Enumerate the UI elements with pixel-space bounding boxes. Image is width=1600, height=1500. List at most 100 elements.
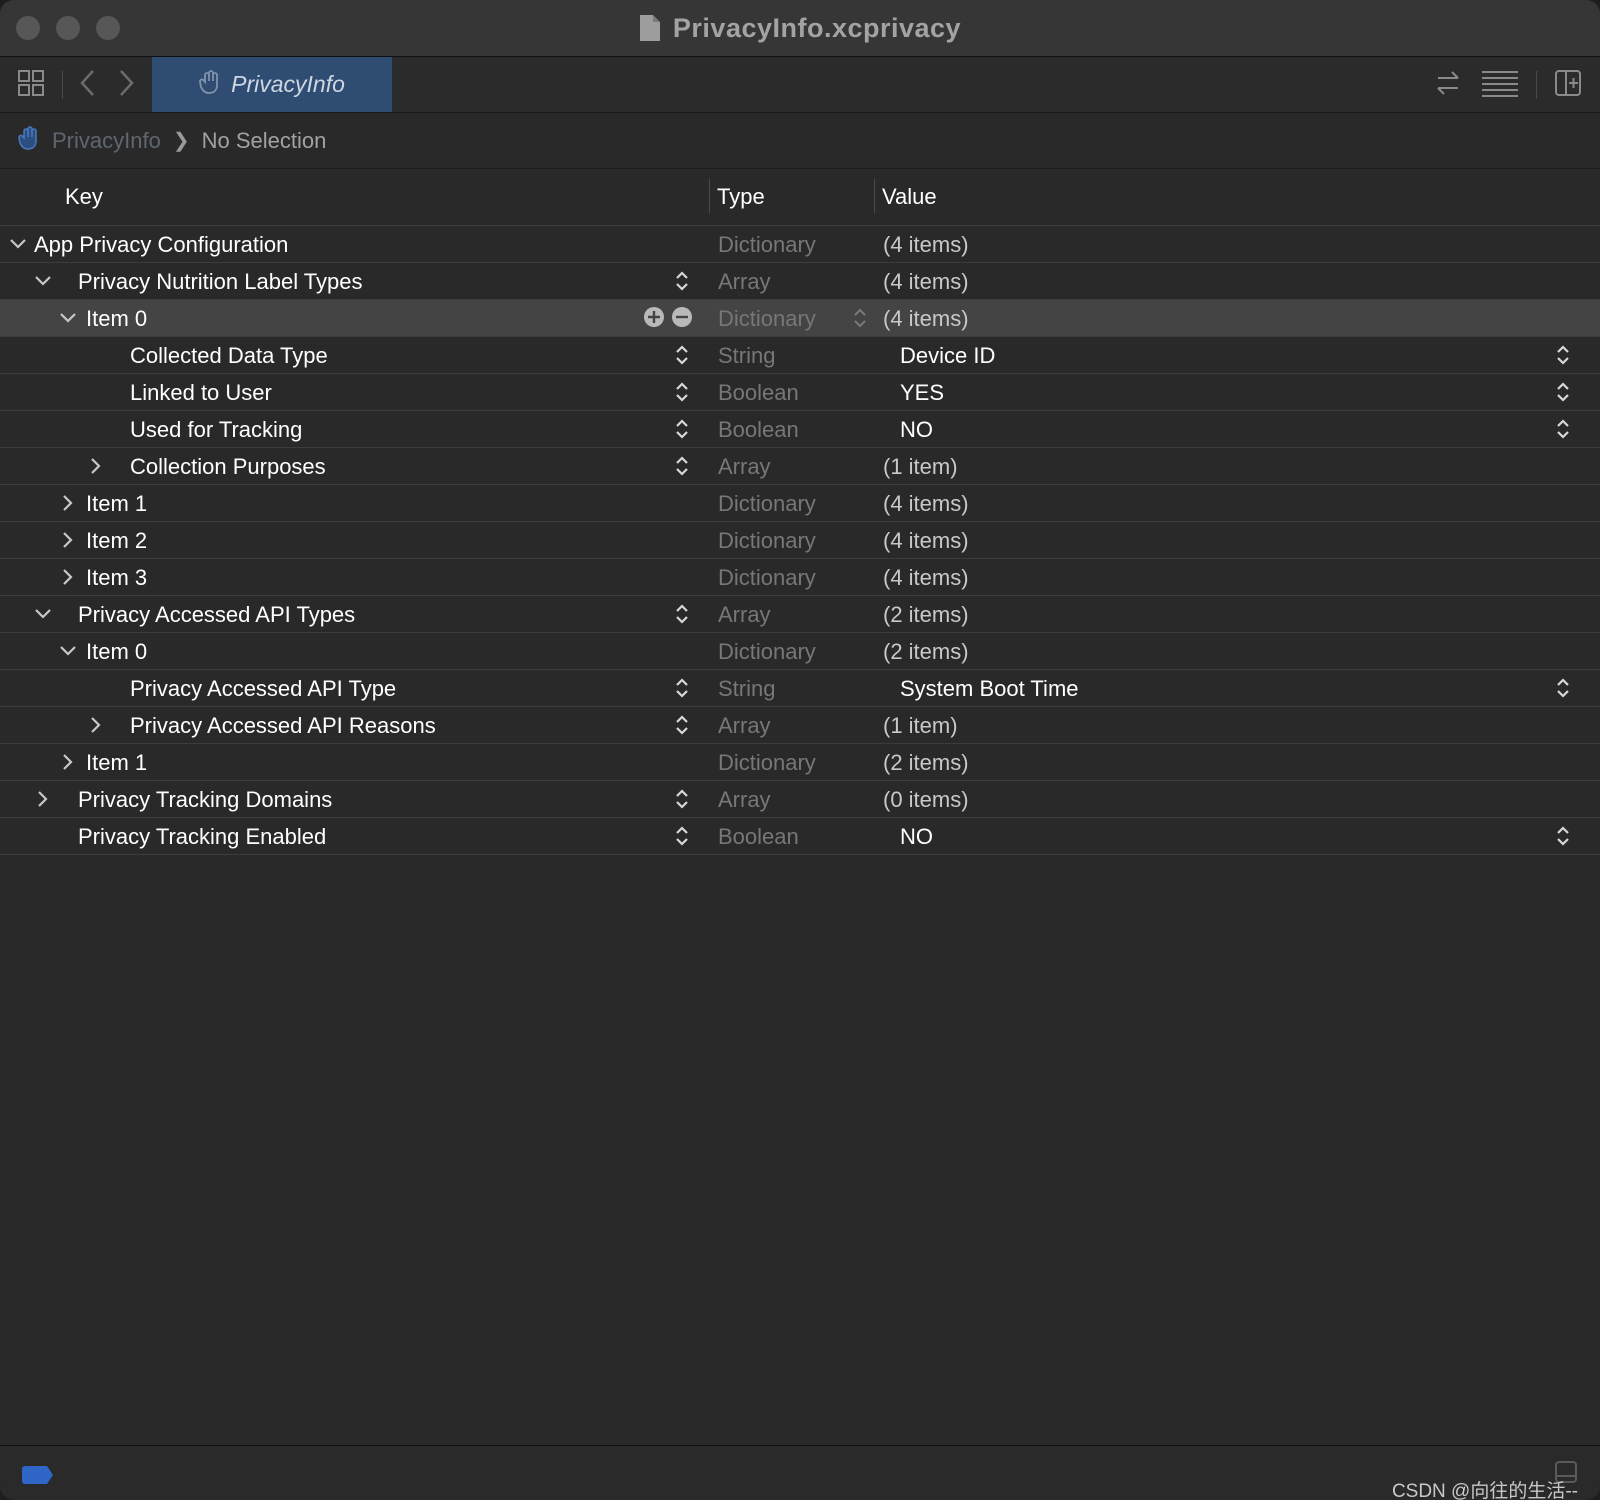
row-key[interactable]: Item 0 bbox=[86, 306, 147, 332]
row-type[interactable]: Array bbox=[718, 454, 771, 480]
column-header-key[interactable]: Key bbox=[65, 184, 103, 210]
tab-privacyinfo[interactable]: PrivacyInfo bbox=[152, 57, 392, 112]
table-row[interactable]: Item 1 Dictionary (2 items) bbox=[0, 744, 1600, 781]
chevron-right-icon[interactable] bbox=[33, 789, 53, 809]
swap-button[interactable] bbox=[1430, 67, 1466, 103]
row-type[interactable]: Dictionary bbox=[718, 491, 816, 517]
chevron-down-icon[interactable] bbox=[33, 271, 53, 291]
row-value: (4 items) bbox=[883, 269, 969, 294]
key-stepper-icon[interactable] bbox=[672, 269, 692, 293]
row-type[interactable]: Dictionary bbox=[718, 528, 816, 554]
key-stepper-icon[interactable] bbox=[672, 380, 692, 404]
row-key[interactable]: Used for Tracking bbox=[130, 417, 302, 443]
row-type[interactable]: Dictionary bbox=[718, 639, 816, 665]
key-stepper-icon[interactable] bbox=[672, 787, 692, 811]
row-value[interactable]: System Boot Time bbox=[900, 676, 1079, 702]
related-items-button[interactable] bbox=[13, 67, 49, 103]
row-key[interactable]: Item 3 bbox=[86, 565, 147, 591]
table-row[interactable]: Item 0 Dictionary (2 items) bbox=[0, 633, 1600, 670]
row-value: (0 items) bbox=[883, 787, 969, 812]
row-value[interactable]: NO bbox=[900, 417, 933, 443]
row-key[interactable]: Linked to User bbox=[130, 380, 272, 406]
table-row[interactable]: Item 0 Dictionary (4 items) bbox=[0, 300, 1600, 337]
editor-options-button[interactable] bbox=[1482, 67, 1518, 103]
row-key[interactable]: Privacy Nutrition Label Types bbox=[78, 269, 363, 295]
value-stepper-icon[interactable] bbox=[1553, 824, 1573, 848]
row-type[interactable]: Dictionary bbox=[718, 565, 816, 591]
table-row[interactable]: Collection Purposes Array (1 item) bbox=[0, 448, 1600, 485]
row-key[interactable]: Collected Data Type bbox=[130, 343, 328, 369]
row-key[interactable]: Item 1 bbox=[86, 750, 147, 776]
key-stepper-icon[interactable] bbox=[672, 676, 692, 700]
row-type[interactable]: Array bbox=[718, 713, 771, 739]
chevron-right-icon[interactable] bbox=[86, 715, 106, 735]
row-type[interactable]: String bbox=[718, 343, 775, 369]
type-stepper-icon[interactable] bbox=[850, 306, 870, 330]
row-type[interactable]: Dictionary bbox=[718, 232, 816, 258]
chevron-down-icon[interactable] bbox=[33, 604, 53, 624]
table-row[interactable]: Item 1 Dictionary (4 items) bbox=[0, 485, 1600, 522]
key-stepper-icon[interactable] bbox=[672, 343, 692, 367]
table-row[interactable]: Used for Tracking Boolean NO bbox=[0, 411, 1600, 448]
key-stepper-icon[interactable] bbox=[672, 602, 692, 626]
table-row[interactable]: Item 2 Dictionary (4 items) bbox=[0, 522, 1600, 559]
key-stepper-icon[interactable] bbox=[672, 417, 692, 441]
key-stepper-icon[interactable] bbox=[672, 824, 692, 848]
row-type[interactable]: Boolean bbox=[718, 824, 799, 850]
row-key[interactable]: Privacy Accessed API Types bbox=[78, 602, 355, 628]
row-type[interactable]: Boolean bbox=[718, 380, 799, 406]
table-row[interactable]: Privacy Accessed API Reasons Array (1 item… bbox=[0, 707, 1600, 744]
row-type[interactable]: Array bbox=[718, 602, 771, 628]
row-key[interactable]: Privacy Accessed API Type bbox=[130, 676, 396, 702]
row-key[interactable]: Privacy Accessed API Reasons bbox=[130, 713, 436, 739]
row-key[interactable]: Privacy Tracking Domains bbox=[78, 787, 332, 813]
breadcrumb-file[interactable]: PrivacyInfo bbox=[52, 128, 161, 154]
row-key[interactable]: App Privacy Configuration bbox=[34, 232, 288, 258]
forward-button[interactable] bbox=[108, 67, 144, 103]
remove-item-icon[interactable] bbox=[671, 306, 693, 334]
table-row[interactable]: Privacy Accessed API Type String System Bo… bbox=[0, 670, 1600, 707]
value-stepper-icon[interactable] bbox=[1553, 676, 1573, 700]
table-row[interactable]: Privacy Tracking Domains Array (0 items) bbox=[0, 781, 1600, 818]
chevron-down-icon[interactable] bbox=[58, 308, 78, 328]
back-button[interactable] bbox=[70, 67, 106, 103]
row-type[interactable]: Dictionary bbox=[718, 750, 816, 776]
row-type[interactable]: Dictionary bbox=[718, 306, 816, 332]
table-row[interactable]: Collected Data Type String Device ID bbox=[0, 337, 1600, 374]
row-key[interactable]: Item 0 bbox=[86, 639, 147, 665]
chevron-right-icon[interactable] bbox=[58, 493, 78, 513]
table-row[interactable]: Privacy Accessed API Types Array (2 items) bbox=[0, 596, 1600, 633]
table-row[interactable]: Linked to User Boolean YES bbox=[0, 374, 1600, 411]
table-row[interactable]: Privacy Tracking Enabled Boolean NO bbox=[0, 818, 1600, 855]
row-value[interactable]: YES bbox=[900, 380, 944, 406]
add-item-icon[interactable] bbox=[643, 306, 665, 334]
add-editor-button[interactable] bbox=[1550, 67, 1586, 103]
row-type[interactable]: String bbox=[718, 676, 775, 702]
row-type[interactable]: Array bbox=[718, 787, 771, 813]
chevron-down-icon[interactable] bbox=[8, 234, 28, 254]
chevron-right-icon[interactable] bbox=[58, 567, 78, 587]
chevron-down-icon[interactable] bbox=[58, 641, 78, 661]
table-row[interactable]: Privacy Nutrition Label Types Array (4 ite… bbox=[0, 263, 1600, 300]
column-header-type[interactable]: Type bbox=[717, 184, 765, 210]
row-key[interactable]: Privacy Tracking Enabled bbox=[78, 824, 326, 850]
row-value[interactable]: Device ID bbox=[900, 343, 995, 369]
table-row[interactable]: App Privacy Configuration Dictionary (4 it… bbox=[0, 226, 1600, 263]
chevron-right-icon[interactable] bbox=[58, 752, 78, 772]
row-value[interactable]: NO bbox=[900, 824, 933, 850]
row-key[interactable]: Collection Purposes bbox=[130, 454, 326, 480]
chevron-right-icon[interactable] bbox=[86, 456, 106, 476]
value-stepper-icon[interactable] bbox=[1553, 417, 1573, 441]
row-type[interactable]: Array bbox=[718, 269, 771, 295]
row-key[interactable]: Item 2 bbox=[86, 528, 147, 554]
row-key[interactable]: Item 1 bbox=[86, 491, 147, 517]
table-row[interactable]: Item 3 Dictionary (4 items) bbox=[0, 559, 1600, 596]
value-stepper-icon[interactable] bbox=[1553, 380, 1573, 404]
breadcrumb-selection[interactable]: No Selection bbox=[202, 128, 327, 154]
row-type[interactable]: Boolean bbox=[718, 417, 799, 443]
key-stepper-icon[interactable] bbox=[672, 454, 692, 478]
key-stepper-icon[interactable] bbox=[672, 713, 692, 737]
value-stepper-icon[interactable] bbox=[1553, 343, 1573, 367]
chevron-right-icon[interactable] bbox=[58, 530, 78, 550]
column-header-value[interactable]: Value bbox=[882, 184, 937, 210]
